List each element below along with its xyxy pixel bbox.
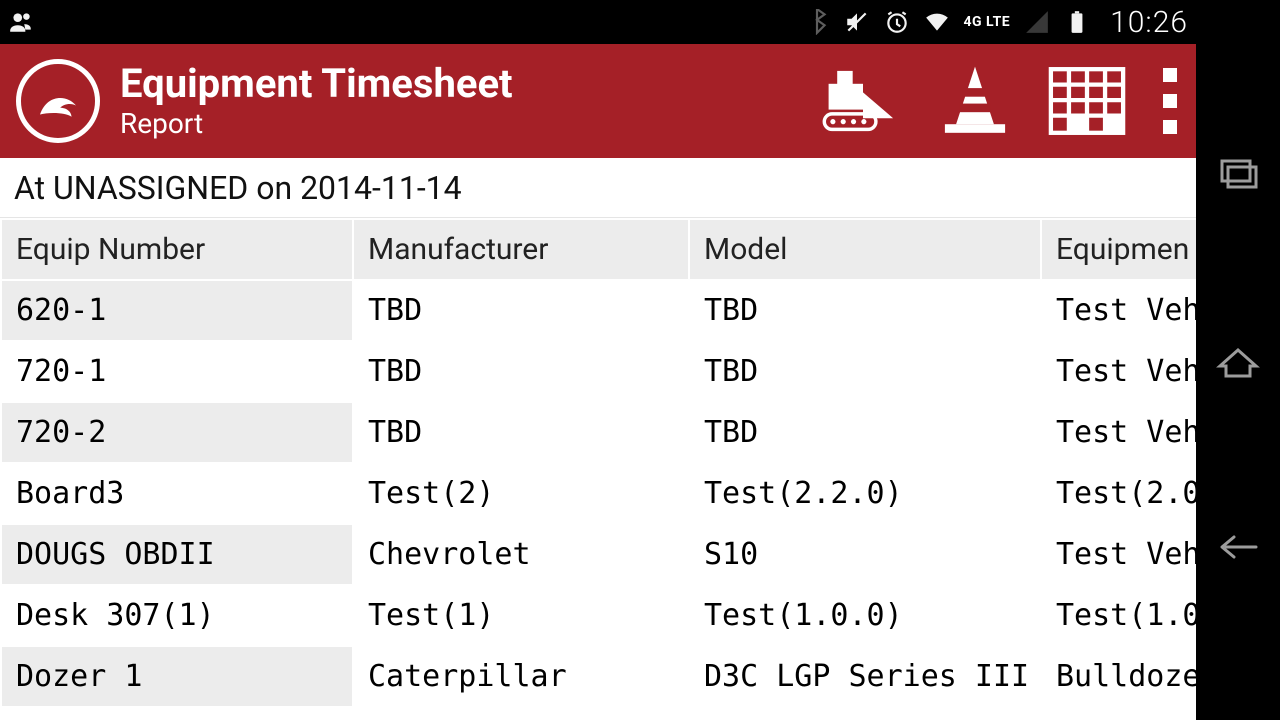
home-icon[interactable] — [1214, 336, 1262, 384]
alarm-icon — [884, 9, 910, 35]
cell-equip: 720-1 — [1, 341, 353, 402]
cell-model: Test(1.0.0) — [689, 585, 1041, 646]
cell-model: Test(2.2.0) — [689, 463, 1041, 524]
table-row[interactable]: DOUGS OBDIIChevroletS10Test Veh — [1, 524, 1196, 585]
signal-icon — [1024, 9, 1050, 35]
col-equipment-desc[interactable]: Equipmen — [1041, 219, 1196, 280]
table-row[interactable]: 720-1TBDTBDTest Veh — [1, 341, 1196, 402]
app-logo[interactable] — [16, 59, 100, 143]
network-label: 4G LTE — [964, 14, 1011, 30]
cell-manu: TBD — [353, 280, 689, 341]
cell-manu: Test(2) — [353, 463, 689, 524]
overflow-menu-icon[interactable] — [1156, 62, 1184, 140]
page-title: Equipment Timesheet — [120, 63, 800, 105]
cell-desc: Test Veh — [1041, 341, 1196, 402]
cell-equip: 620-1 — [1, 280, 353, 341]
recent-apps-icon[interactable] — [1214, 149, 1262, 197]
col-model[interactable]: Model — [689, 219, 1041, 280]
table-header-row: Equip Number Manufacturer Model Equipmen — [1, 219, 1196, 280]
col-manufacturer[interactable]: Manufacturer — [353, 219, 689, 280]
cell-manu: TBD — [353, 341, 689, 402]
cell-equip: Dozer 1 — [1, 646, 353, 707]
cell-equip: Board3 — [1, 463, 353, 524]
app-header: Equipment Timesheet Report — [0, 44, 1196, 158]
col-equip-number[interactable]: Equip Number — [1, 219, 353, 280]
cell-model: TBD — [689, 280, 1041, 341]
cell-desc: Test Veh — [1041, 402, 1196, 463]
table-row[interactable]: 720-2TBDTBDTest Veh — [1, 402, 1196, 463]
cell-manu: Caterpillar — [353, 646, 689, 707]
wifi-icon — [924, 9, 950, 35]
cell-manu: TBD — [353, 402, 689, 463]
clock-time: 10:26 — [1110, 5, 1188, 40]
equipment-table[interactable]: Equip Number Manufacturer Model Equipmen… — [0, 218, 1196, 720]
mute-icon — [844, 9, 870, 35]
cell-desc: Test Veh — [1041, 524, 1196, 585]
table-row[interactable]: Board3Test(2)Test(2.2.0)Test(2.0 — [1, 463, 1196, 524]
equipment-icon[interactable] — [820, 62, 906, 140]
cell-desc: Test Veh — [1041, 280, 1196, 341]
cone-icon[interactable] — [932, 62, 1018, 140]
system-nav-bar — [1196, 0, 1280, 720]
cell-model: TBD — [689, 341, 1041, 402]
page-subtitle: Report — [120, 107, 800, 140]
cell-model: S10 — [689, 524, 1041, 585]
cell-desc: Test(2.0 — [1041, 463, 1196, 524]
table-row[interactable]: Desk 307(1)Test(1)Test(1.0.0)Test(1.0 — [1, 585, 1196, 646]
calendar-icon[interactable] — [1044, 62, 1130, 140]
cell-desc: Bulldoze — [1041, 646, 1196, 707]
cell-manu: Test(1) — [353, 585, 689, 646]
table-row[interactable]: Dozer 1CaterpillarD3C LGP Series IIIBull… — [1, 646, 1196, 707]
status-bar: 4G LTE 10:26 — [0, 0, 1196, 44]
cell-model: TBD — [689, 402, 1041, 463]
battery-icon — [1064, 9, 1090, 35]
bluetooth-icon — [804, 9, 830, 35]
back-icon[interactable] — [1214, 523, 1262, 571]
people-icon — [8, 9, 34, 35]
table-row[interactable]: 620-1TBDTBDTest Veh — [1, 280, 1196, 341]
cell-equip: Desk 307(1) — [1, 585, 353, 646]
cell-manu: Chevrolet — [353, 524, 689, 585]
cell-desc: Test(1.0 — [1041, 585, 1196, 646]
cell-model: D3C LGP Series III — [689, 646, 1041, 707]
cell-equip: DOUGS OBDII — [1, 524, 353, 585]
cell-equip: 720-2 — [1, 402, 353, 463]
context-label: At UNASSIGNED on 2014-11-14 — [0, 158, 1196, 218]
